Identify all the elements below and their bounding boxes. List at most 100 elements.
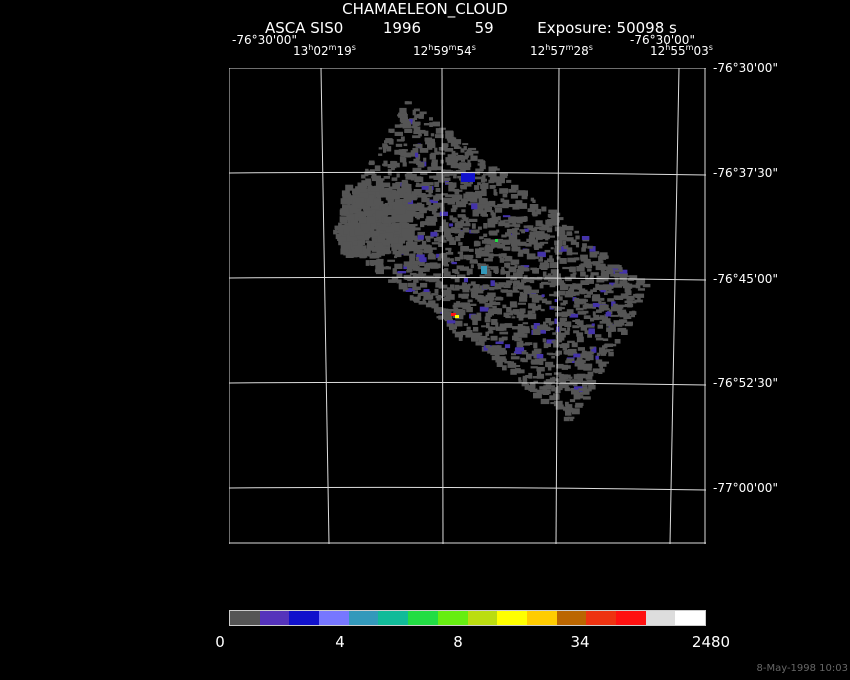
emission-pixel	[572, 325, 580, 329]
emission-pixel	[629, 311, 637, 315]
emission-pixel	[608, 331, 612, 338]
emission-pixel	[516, 268, 524, 274]
emission-pixel	[533, 342, 538, 349]
emission-pixel	[423, 123, 430, 126]
emission-pixel	[597, 324, 603, 329]
emission-pixel	[516, 341, 524, 348]
emission-pixel	[454, 320, 463, 327]
emission-pixel	[457, 251, 464, 254]
emission-pixel	[395, 208, 404, 215]
emission-pixel	[554, 389, 561, 394]
emission-pixel	[528, 372, 533, 379]
emission-pixel	[483, 233, 488, 237]
emission-pixel	[394, 199, 403, 206]
emission-pixel	[567, 340, 575, 343]
colorbar-segment	[437, 611, 468, 625]
emission-pixel	[472, 209, 481, 213]
emission-pixel	[370, 263, 375, 266]
emission-pixel	[383, 216, 392, 223]
emission-pixel	[559, 235, 567, 241]
sky-image-panel[interactable]	[229, 68, 706, 544]
emission-pixel	[598, 300, 602, 305]
emission-pixel	[393, 243, 402, 250]
emission-pixel	[499, 323, 507, 328]
emission-pixel	[602, 338, 609, 341]
emission-pixel	[583, 365, 592, 371]
emission-pixel	[506, 280, 513, 284]
emission-pixel	[496, 354, 500, 360]
emission-pixel	[595, 355, 599, 360]
colorbar-segment	[586, 611, 616, 625]
emission-pixel	[473, 229, 479, 234]
emission-pixel	[377, 236, 386, 242]
emission-pixel	[423, 289, 430, 292]
emission-pixel	[366, 241, 375, 247]
observation-info: ASCA SIS0 1996 59 Exposure: 50098 s	[265, 19, 677, 37]
emission-pixel	[475, 254, 482, 259]
emission-pixel	[580, 271, 586, 277]
emission-pixel	[407, 210, 416, 217]
emission-pixel	[479, 236, 484, 240]
emission-pixel	[418, 257, 427, 263]
emission-pixel	[481, 337, 487, 342]
emission-pixel	[540, 308, 545, 312]
emission-pixel	[549, 293, 555, 297]
emission-pixel	[492, 305, 497, 309]
emission-pixel	[424, 137, 433, 142]
ra-tick-label: 13h02m19s	[293, 43, 356, 58]
emission-pixel	[590, 272, 599, 276]
emission-pixel	[542, 338, 547, 343]
emission-pixel	[471, 150, 479, 154]
emission-pixel	[566, 358, 575, 361]
dec-tick-label: -76°52'30"	[713, 376, 778, 390]
emission-pixel	[596, 309, 604, 312]
emission-pixel	[497, 309, 502, 315]
emission-pixel	[551, 340, 560, 343]
emission-pixel	[402, 162, 407, 167]
emission-pixel	[549, 262, 559, 268]
emission-pixel	[530, 388, 538, 392]
colorbar-segment	[230, 611, 260, 625]
emission-pixel	[521, 229, 526, 234]
emission-pixel	[614, 339, 621, 344]
emission-pixel	[370, 230, 379, 237]
emission-pixel	[548, 214, 557, 218]
emission-pixel	[504, 271, 511, 274]
emission-pixel	[559, 317, 567, 321]
emission-pixel	[506, 306, 512, 313]
emission-pixel	[427, 295, 434, 300]
emission-pixel	[637, 288, 645, 291]
emission-pixel	[392, 183, 401, 190]
emission-pixel	[512, 232, 520, 235]
emission-pixel	[502, 365, 507, 371]
emission-pixel	[633, 293, 642, 297]
emission-pixel	[610, 274, 616, 277]
emission-pixel	[617, 312, 623, 316]
emission-pixel	[435, 282, 443, 288]
emission-pixel	[382, 266, 391, 270]
emission-pixel	[470, 314, 475, 320]
emission-pixel	[352, 188, 360, 195]
emission-pixel	[574, 360, 583, 367]
emission-pixel	[365, 178, 372, 184]
emission-pixel	[404, 129, 413, 133]
bright-source	[461, 172, 475, 182]
emission-pixel	[494, 207, 503, 213]
emission-pixel	[412, 286, 421, 290]
emission-pixel	[572, 408, 580, 415]
emission-pixel	[394, 124, 401, 128]
emission-pixel	[563, 416, 570, 422]
emission-pixel	[506, 292, 513, 297]
emission-pixel	[537, 370, 542, 376]
emission-pixel	[558, 240, 562, 243]
emission-pixel	[482, 284, 488, 290]
emission-pixel	[511, 316, 516, 319]
emission-pixel	[486, 239, 496, 245]
emission-pixel	[573, 374, 577, 380]
emission-pixel	[448, 186, 455, 192]
emission-pixel	[402, 122, 412, 129]
emission-pixel	[469, 259, 478, 264]
emission-pixel	[417, 202, 422, 205]
emission-pixel	[446, 237, 455, 242]
emission-pixel	[557, 336, 565, 341]
